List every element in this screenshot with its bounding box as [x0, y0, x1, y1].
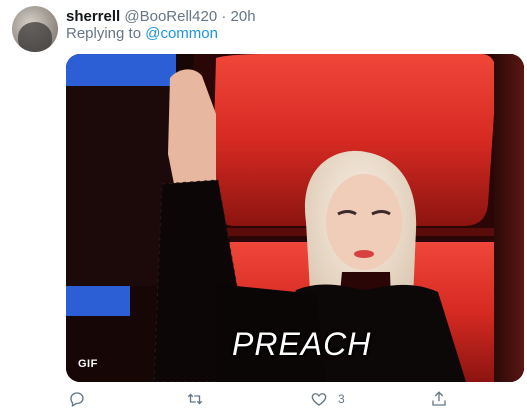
- replying-to-label: Replying to: [66, 25, 142, 42]
- tweet-header: sherrell @BooRell420 · 20h: [66, 8, 256, 26]
- like-button[interactable]: 3: [310, 388, 345, 410]
- gif-media[interactable]: GIF PREACH: [66, 54, 524, 382]
- separator-dot: ·: [221, 8, 227, 25]
- reply-icon: [68, 390, 86, 408]
- replying-to: Replying to @common: [66, 25, 218, 43]
- avatar[interactable]: [12, 6, 58, 52]
- mention-link[interactable]: @common: [145, 25, 218, 42]
- gif-badge: GIF: [78, 358, 98, 370]
- timestamp[interactable]: 20h: [231, 8, 256, 25]
- retweet-icon: [186, 390, 204, 408]
- share-button[interactable]: [430, 388, 448, 410]
- reply-button[interactable]: [68, 388, 86, 410]
- share-icon: [430, 390, 448, 408]
- display-name[interactable]: sherrell: [66, 8, 120, 25]
- retweet-button[interactable]: [186, 388, 204, 410]
- avatar-photo: [18, 22, 52, 52]
- gif-caption: PREACH: [232, 326, 372, 362]
- user-handle[interactable]: @BooRell420: [124, 8, 217, 25]
- tweet[interactable]: sherrell @BooRell420 · 20h Replying to @…: [0, 0, 527, 413]
- heart-icon: [310, 390, 328, 408]
- tweet-actions: 3: [66, 388, 524, 410]
- like-count: 3: [338, 392, 345, 406]
